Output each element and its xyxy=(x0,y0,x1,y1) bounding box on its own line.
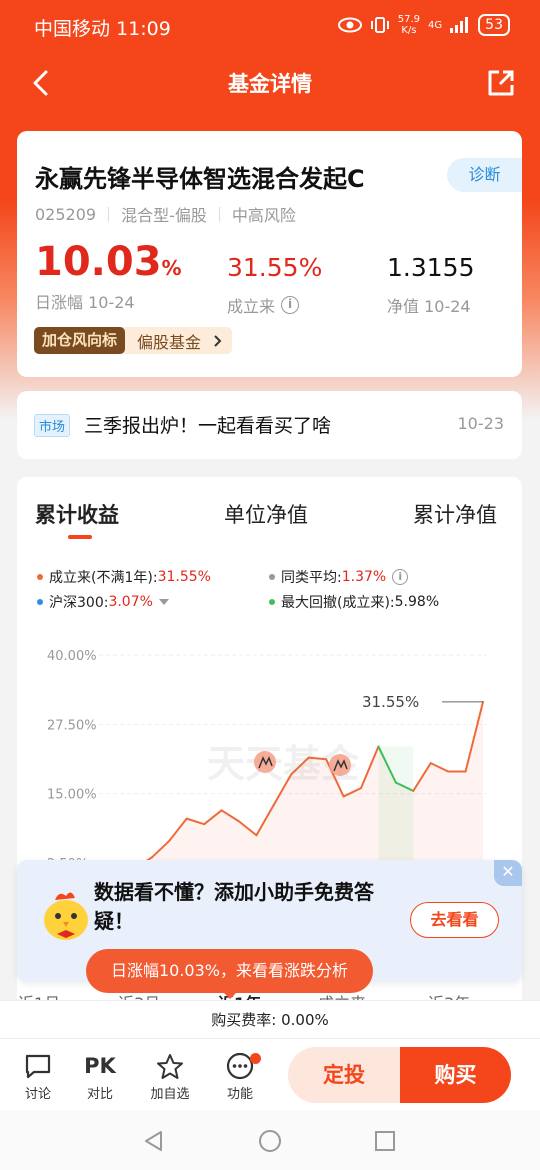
add-watchlist-button[interactable]: 加自选 xyxy=(145,1049,195,1102)
fee-bar: 购买费率: 0.00% xyxy=(0,1000,540,1038)
fund-risk: 中高风险 xyxy=(231,206,296,225)
daily-change-stat: 10.03% 日涨幅 10-24 xyxy=(35,239,182,313)
daily-change-toast[interactable]: 日涨幅10.03%，来看看涨跌分析 xyxy=(86,949,373,993)
nav-value: 1.3155 xyxy=(387,253,475,282)
news-badge: 市场 xyxy=(34,414,71,437)
tab-unit-nav[interactable]: 单位净值 xyxy=(224,499,308,529)
y-tick-label: 40.00% xyxy=(47,649,97,664)
news-text: 三季报出炉！一起看看买了啥 xyxy=(84,415,332,437)
system-nav-bar xyxy=(0,1110,540,1170)
tab-cumulative-nav[interactable]: 累计净值 xyxy=(413,499,497,529)
divider xyxy=(108,206,110,222)
promo-go-button[interactable]: 去看看 xyxy=(410,902,499,938)
pk-icon: PK xyxy=(84,1054,116,1078)
status-bar: 中国移动 11:09 57.9 K/s 4G 53 xyxy=(0,0,540,52)
tab-underline xyxy=(68,535,92,539)
nav-bar: 基金详情 xyxy=(0,52,540,114)
since-inception-stat: 31.55% 成立来 i xyxy=(227,249,322,317)
fund-name: 永赢先锋半导体智选混合发起C xyxy=(35,165,365,193)
share-icon[interactable] xyxy=(486,68,516,98)
drawdown-band xyxy=(378,746,414,863)
nav-recents-icon[interactable] xyxy=(374,1130,396,1152)
fund-meta: 025209 混合型-偏股 中高风险 xyxy=(35,202,296,226)
fund-code: 025209 xyxy=(35,204,97,224)
tab-cumulative-return[interactable]: 累计收益 xyxy=(35,499,119,529)
news-card[interactable]: 市场 三季报出炉！一起看看买了啥 10-23 xyxy=(17,391,522,459)
status-icons: 57.9 K/s 4G 53 xyxy=(337,14,510,36)
y-tick-label: 27.50% xyxy=(47,718,97,733)
close-icon[interactable]: ✕ xyxy=(494,860,522,886)
vibrate-icon xyxy=(370,17,389,33)
chart-tabs: 累计收益 单位净值 累计净值 xyxy=(17,499,522,539)
chat-bubble-icon xyxy=(25,1054,51,1079)
y-tick-label: 15.00% xyxy=(47,788,97,803)
compare-button[interactable]: PK 对比 xyxy=(75,1049,125,1102)
daily-change-value: 10.03% xyxy=(35,239,182,285)
bottom-action-bar: 讨论 PK 对比 加自选 功能 定投 购买 xyxy=(0,1038,540,1110)
return-chart[interactable]: 天天基金40.00%27.50%15.00%2.50%31.55% xyxy=(17,637,522,877)
page-title: 基金详情 xyxy=(228,72,312,96)
legend-dot xyxy=(37,599,43,605)
tag-primary: 加仓风向标 xyxy=(34,327,126,354)
network-type: 4G xyxy=(428,19,443,31)
fee-label: 购买费率: xyxy=(211,1011,277,1029)
fixed-invest-button[interactable]: 定投 xyxy=(288,1047,400,1103)
fund-tag[interactable]: 加仓风向标 偏股基金 xyxy=(34,327,233,354)
chick-mascot-icon xyxy=(44,892,88,940)
divider xyxy=(218,206,220,222)
discuss-button[interactable]: 讨论 xyxy=(13,1049,63,1102)
end-value-label: 31.55% xyxy=(362,693,419,711)
legend-drawdown: 最大回撤(成立来): 5.98% xyxy=(269,592,439,612)
battery-icon: 53 xyxy=(478,14,510,36)
fee-value: 0.00% xyxy=(281,1011,329,1029)
carrier-time: 中国移动 11:09 xyxy=(34,18,171,40)
star-icon xyxy=(157,1053,183,1079)
nav-home-icon[interactable] xyxy=(258,1129,282,1153)
since-inception-value: 31.55% xyxy=(227,253,323,282)
diagnose-button[interactable]: 诊断 xyxy=(447,158,522,192)
functions-button[interactable]: 功能 xyxy=(215,1049,265,1102)
legend-peer: 同类平均: 1.37% i xyxy=(269,567,409,587)
series-area xyxy=(117,701,483,875)
info-icon[interactable]: i xyxy=(281,296,300,314)
fund-type: 混合型-偏股 xyxy=(121,206,207,225)
tag-secondary: 偏股基金 xyxy=(125,329,232,353)
info-icon[interactable]: i xyxy=(392,569,409,585)
legend-fund: 成立来(不满1年): 31.55% xyxy=(37,567,211,587)
chevron-right-icon xyxy=(214,334,222,347)
legend-index[interactable]: 沪深300: 3.07% xyxy=(37,592,169,612)
buy-button[interactable]: 购买 xyxy=(400,1047,511,1103)
legend-dot xyxy=(37,574,43,580)
notification-dot xyxy=(250,1053,261,1064)
eye-icon xyxy=(337,17,362,33)
promo-message: 数据看不懂？添加小助手免费答疑！ xyxy=(94,880,374,933)
legend-dot xyxy=(269,574,275,580)
toast-arrow xyxy=(222,991,238,999)
legend-dot xyxy=(269,599,275,605)
nav-label: 净值 10-24 xyxy=(387,297,471,316)
fund-info-card: 永赢先锋半导体智选混合发起C 诊断 025209 混合型-偏股 中高风险 10.… xyxy=(17,131,522,377)
nav-stat: 1.3155 净值 10-24 xyxy=(387,249,474,317)
caret-down-icon[interactable] xyxy=(158,598,169,606)
since-inception-label[interactable]: 成立来 i xyxy=(227,293,322,317)
news-date: 10-23 xyxy=(457,414,505,433)
nav-back-icon[interactable] xyxy=(143,1130,165,1152)
signal-icon xyxy=(450,17,469,33)
network-speed: 57.9 K/s xyxy=(397,14,421,36)
daily-change-label: 日涨幅 10-24 xyxy=(35,293,135,312)
